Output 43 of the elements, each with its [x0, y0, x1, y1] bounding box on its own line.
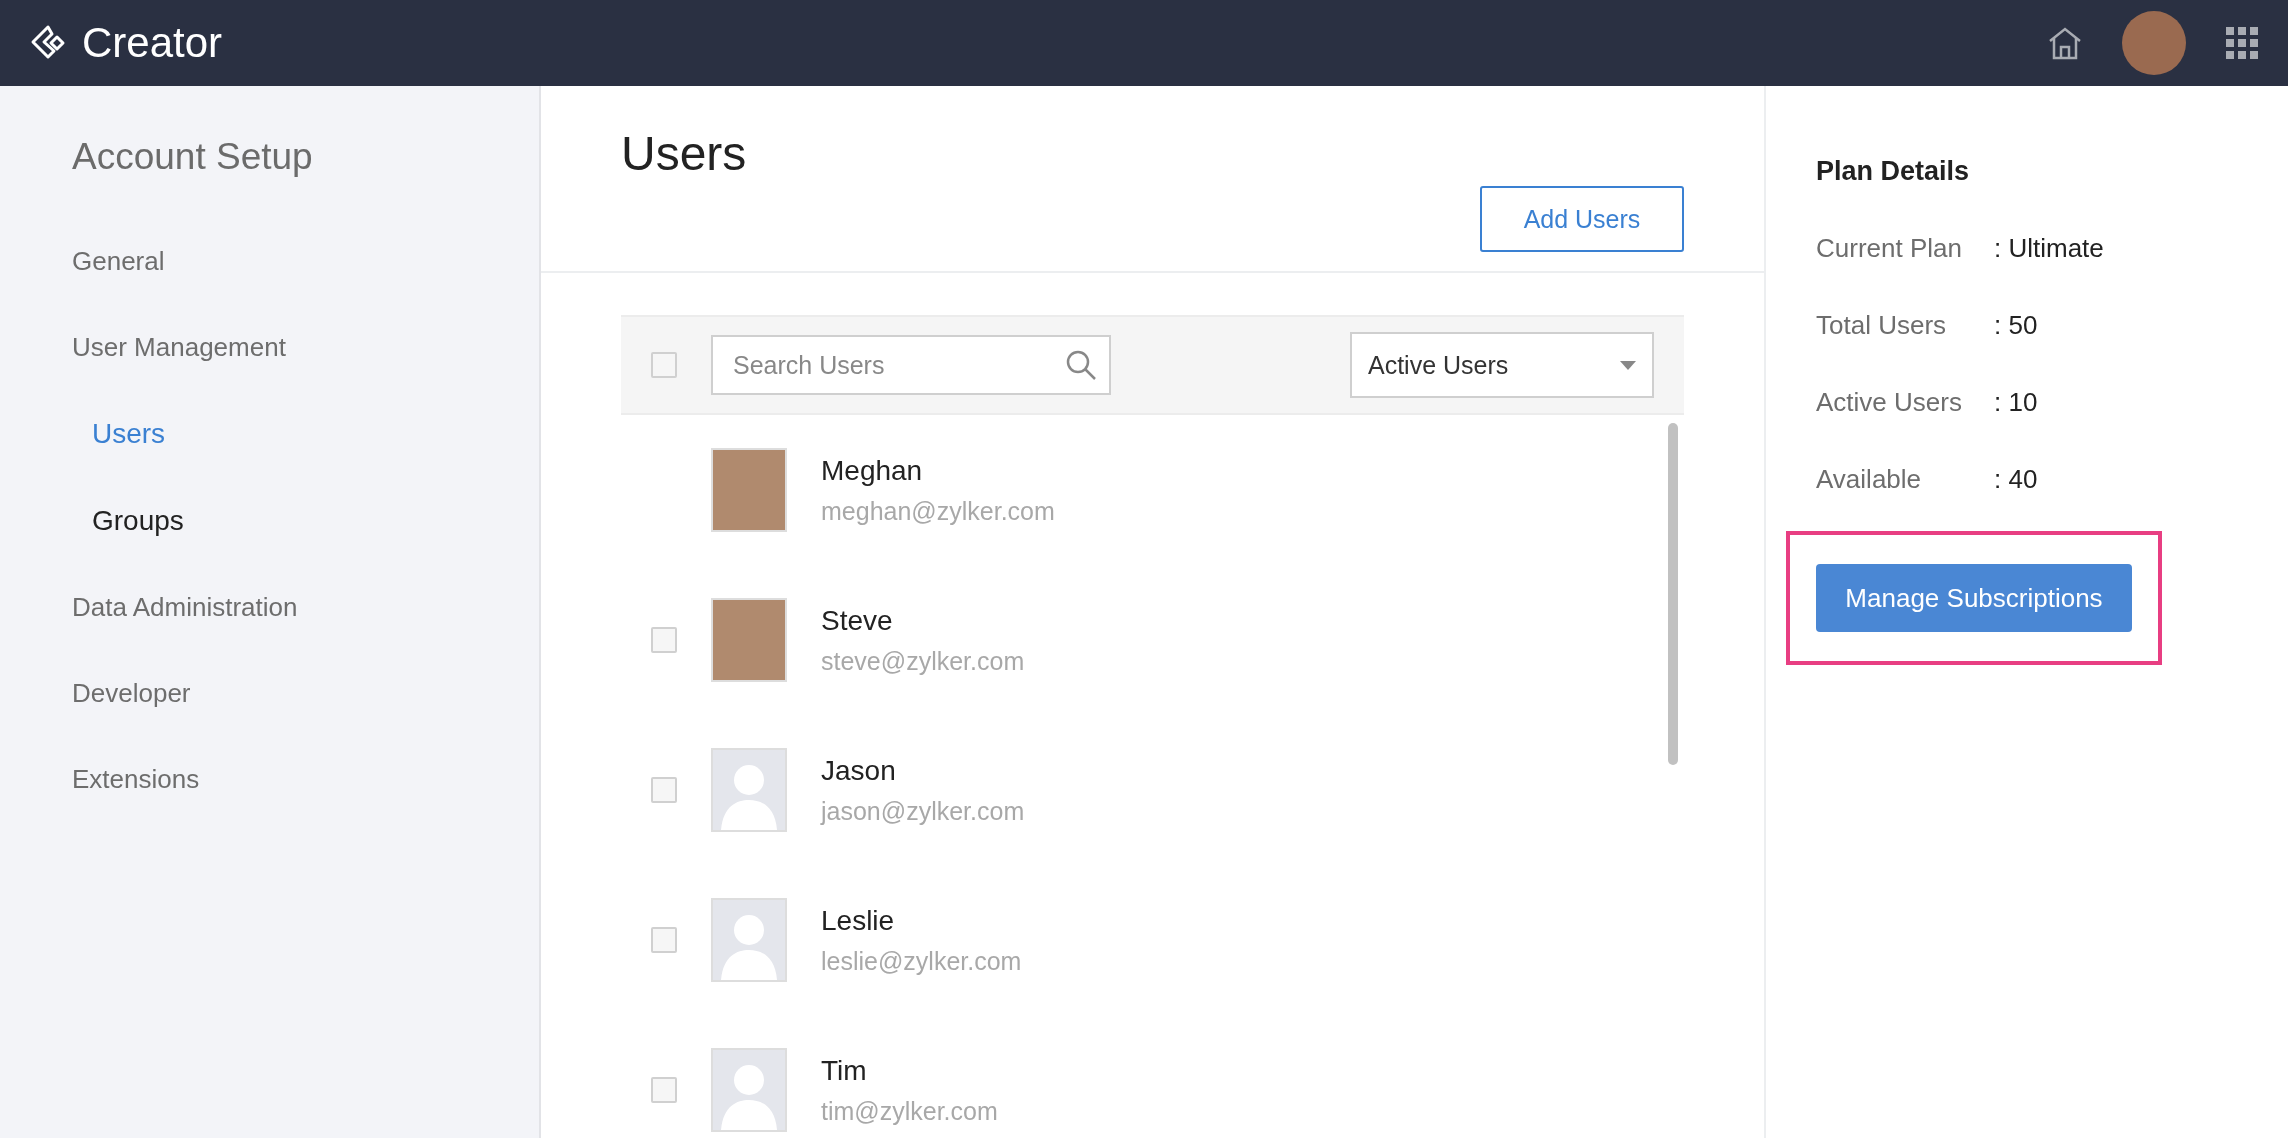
row-checkbox[interactable]	[651, 927, 677, 953]
search-field[interactable]: Search Users	[711, 335, 1111, 395]
user-name: Steve	[821, 604, 894, 637]
user-name: Leslie	[821, 904, 896, 937]
plan-label: Active Users	[1816, 387, 1963, 418]
home-icon[interactable]	[2048, 26, 2082, 60]
user-name: Tim	[821, 1054, 868, 1087]
row-checkbox[interactable]	[651, 627, 677, 653]
user-name: Meghan	[821, 454, 924, 487]
user-name: Jason	[821, 754, 897, 787]
sidebar-item[interactable]: Extensions	[72, 764, 200, 795]
search-icon	[1065, 349, 1097, 381]
app-name: Creator	[82, 19, 223, 67]
apps-grid-icon[interactable]	[2226, 27, 2258, 59]
sidebar-subitem[interactable]: Groups	[92, 505, 184, 537]
sidebar-title: Account Setup	[72, 136, 314, 178]
plan-label: Current Plan	[1816, 233, 1963, 264]
plan-value: : Ultimate	[1994, 233, 2104, 264]
user-email: meghan@zylker.com	[821, 496, 1055, 526]
row-checkbox[interactable]	[651, 777, 677, 803]
user-email: tim@zylker.com	[821, 1096, 998, 1126]
plan-value: : 40	[1994, 464, 2038, 495]
filter-dropdown[interactable]: Active Users	[1350, 332, 1654, 398]
sidebar-item[interactable]: Data Administration	[72, 592, 298, 623]
plan-label: Total Users	[1816, 310, 1948, 341]
user-email: leslie@zylker.com	[821, 946, 1022, 976]
page-title: Users	[621, 126, 747, 181]
sidebar-item[interactable]: User Management	[72, 332, 286, 363]
add-users-button[interactable]: Add Users	[1480, 186, 1684, 252]
row-checkbox[interactable]	[651, 1077, 677, 1103]
sidebar-subitem[interactable]: Users	[92, 418, 166, 450]
plan-value: : 50	[1994, 310, 2038, 341]
plan-value: : 10	[1994, 387, 2038, 418]
plan-title: Plan Details	[1816, 156, 1971, 187]
scrollbar[interactable]	[1668, 423, 1678, 765]
sidebar-item[interactable]: Developer	[72, 678, 191, 709]
plan-label: Available	[1816, 464, 1923, 495]
select-all-checkbox[interactable]	[651, 352, 677, 378]
manage-subscriptions-button[interactable]: Manage Subscriptions	[1816, 564, 2132, 632]
sidebar-item[interactable]: General	[72, 246, 165, 277]
caret-icon	[1620, 360, 1636, 370]
user-email: steve@zylker.com	[821, 646, 1025, 676]
user-email: jason@zylker.com	[821, 796, 1025, 826]
